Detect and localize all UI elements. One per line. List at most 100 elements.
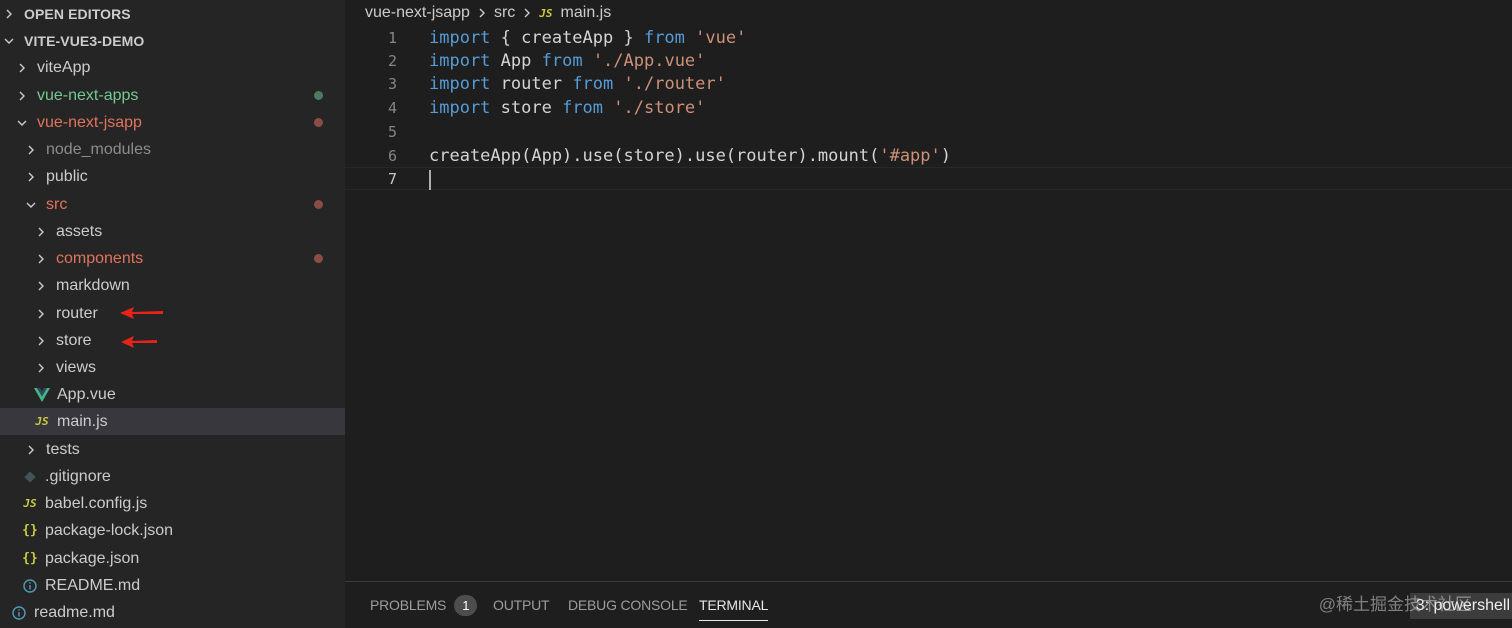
vue-icon bbox=[33, 386, 51, 404]
tree-item-label: App.vue bbox=[57, 385, 116, 403]
tree-item-router[interactable]: router bbox=[0, 300, 345, 327]
tree-item-label: package-lock.json bbox=[45, 521, 174, 539]
tree-item-babel-config[interactable]: JS babel.config.js bbox=[0, 490, 345, 517]
tree-item-readme-lower[interactable]: readme.md bbox=[0, 599, 345, 626]
keyword: from bbox=[541, 50, 583, 71]
tree-item-markdown[interactable]: markdown bbox=[0, 272, 345, 299]
tab-output[interactable]: OUTPUT bbox=[493, 582, 550, 628]
token: ) bbox=[940, 145, 952, 166]
chevron-down-icon bbox=[16, 117, 28, 129]
tree-item-label: markdown bbox=[56, 276, 130, 294]
chevron-right-icon bbox=[35, 253, 47, 265]
tree-item-label: node_modules bbox=[46, 140, 151, 158]
keyword: import bbox=[429, 27, 491, 48]
line-number: 3 bbox=[387, 74, 397, 93]
info-icon bbox=[10, 604, 28, 622]
tree-item-vue-next-apps[interactable]: vue-next-apps bbox=[0, 82, 345, 109]
code-text: import { createApp } from 'vue' bbox=[429, 28, 746, 48]
tree-item-label: router bbox=[56, 304, 98, 322]
chevron-right-icon bbox=[520, 6, 534, 20]
tree-item-assets[interactable]: assets bbox=[0, 218, 345, 245]
keyword: import bbox=[429, 73, 491, 94]
js-icon: JS bbox=[23, 497, 37, 510]
project-label: VITE-VUE3-DEMO bbox=[24, 32, 145, 49]
breadcrumb-folder[interactable]: vue-next-jsapp bbox=[365, 4, 470, 22]
explorer-sidebar: OPEN EDITORS VITE-VUE3-DEMO viteApp vue-… bbox=[0, 0, 345, 628]
tree-item-label: views bbox=[56, 358, 97, 376]
tree-item-tests[interactable]: tests bbox=[0, 436, 345, 463]
project-header[interactable]: VITE-VUE3-DEMO bbox=[0, 27, 345, 54]
chevron-right-icon bbox=[16, 62, 28, 74]
tree-item-label: readme.md bbox=[34, 603, 115, 621]
string-literal: 'vue' bbox=[695, 27, 747, 48]
open-editors-label: OPEN EDITORS bbox=[24, 5, 131, 22]
chevron-right-icon bbox=[35, 308, 47, 320]
modified-dot bbox=[314, 254, 323, 263]
tree-item-views[interactable]: views bbox=[0, 354, 345, 381]
chevron-right-icon bbox=[16, 90, 28, 102]
chevron-right-icon bbox=[475, 6, 489, 20]
tree-item-label: tests bbox=[46, 440, 80, 458]
tree-item-label: .gitignore bbox=[45, 467, 111, 485]
chevron-right-icon bbox=[35, 226, 47, 238]
tab-problems[interactable]: PROBLEMS 1 bbox=[370, 582, 478, 628]
code-text: import router from './router' bbox=[429, 74, 726, 94]
untracked-dot bbox=[314, 91, 323, 100]
tab-label: DEBUG CONSOLE bbox=[568, 597, 688, 613]
line-number: 6 bbox=[387, 146, 397, 165]
tree-item-package-lock[interactable]: {} package-lock.json bbox=[0, 517, 345, 544]
tree-item-node-modules[interactable]: node_modules bbox=[0, 136, 345, 163]
tree-item-package-json[interactable]: {} package.json bbox=[0, 545, 345, 572]
js-icon: JS bbox=[539, 6, 553, 20]
tree-item-label: components bbox=[56, 249, 144, 267]
tree-item-label: vue-next-apps bbox=[37, 86, 139, 104]
tree-item-vue-next-jsapp[interactable]: vue-next-jsapp bbox=[0, 109, 345, 136]
token: createApp(App).use(store).use(router).mo… bbox=[429, 145, 880, 166]
code-text: createApp(App).use(store).use(router).mo… bbox=[429, 146, 951, 166]
chevron-right-icon bbox=[3, 8, 15, 20]
tree-item-app-vue[interactable]: App.vue bbox=[0, 381, 345, 408]
code-text: import store from './store' bbox=[429, 98, 705, 118]
code-line: 6 createApp(App).use(store).use(router).… bbox=[345, 144, 1512, 167]
code-line: 2 import App from './App.vue' bbox=[345, 49, 1512, 72]
bottom-panel: PROBLEMS 1 OUTPUT DEBUG CONSOLE TERMINAL… bbox=[345, 581, 1512, 628]
breadcrumb-subfolder[interactable]: src bbox=[494, 4, 515, 22]
line-number: 4 bbox=[387, 98, 397, 117]
info-icon bbox=[21, 577, 39, 595]
tab-terminal[interactable]: TERMINAL bbox=[699, 582, 768, 628]
modified-dot bbox=[314, 200, 323, 209]
annotation-arrow-store bbox=[121, 336, 157, 348]
tree-item-readme-upper[interactable]: README.md bbox=[0, 572, 345, 599]
string-literal: './router' bbox=[623, 73, 726, 94]
string-literal: '#app' bbox=[879, 145, 941, 166]
line-number: 1 bbox=[387, 28, 397, 47]
chevron-right-icon bbox=[35, 280, 47, 292]
breadcrumb-file[interactable]: main.js bbox=[561, 4, 612, 22]
line-number: 2 bbox=[387, 51, 397, 70]
token: store bbox=[490, 97, 563, 118]
tree-item-label: assets bbox=[56, 222, 103, 240]
tree-item-public[interactable]: public bbox=[0, 163, 345, 190]
tree-item-label: package.json bbox=[45, 549, 140, 567]
tree-item-store[interactable]: store bbox=[0, 327, 345, 354]
tree-item-label: main.js bbox=[57, 412, 108, 430]
tree-item-components[interactable]: components bbox=[0, 245, 345, 272]
tree-item-gitignore[interactable]: .gitignore bbox=[0, 463, 345, 490]
tree-item-src[interactable]: src bbox=[0, 191, 345, 218]
tree-item-viteapp[interactable]: viteApp bbox=[0, 54, 345, 81]
token: router bbox=[490, 73, 573, 94]
code-line-current: 7 bbox=[345, 167, 1512, 190]
breadcrumb: vue-next-jsapp src JS main.js bbox=[345, 0, 1512, 26]
tree-item-main-js[interactable]: JS main.js bbox=[0, 408, 345, 435]
watermark: @稀土掘金技术社区 bbox=[1318, 595, 1472, 614]
tab-label: OUTPUT bbox=[493, 597, 550, 613]
code-text: import App from './App.vue' bbox=[429, 51, 705, 71]
modified-dot bbox=[314, 118, 323, 127]
annotation-arrow-router bbox=[120, 307, 163, 319]
tree-item-label: viteApp bbox=[37, 58, 91, 76]
tab-debug-console[interactable]: DEBUG CONSOLE bbox=[568, 582, 688, 628]
open-editors-header[interactable]: OPEN EDITORS bbox=[0, 0, 345, 27]
keyword: import bbox=[429, 50, 491, 71]
code-editor[interactable]: 1 import { createApp } from 'vue' 2 impo… bbox=[345, 26, 1512, 581]
token: { createApp } bbox=[490, 27, 644, 48]
